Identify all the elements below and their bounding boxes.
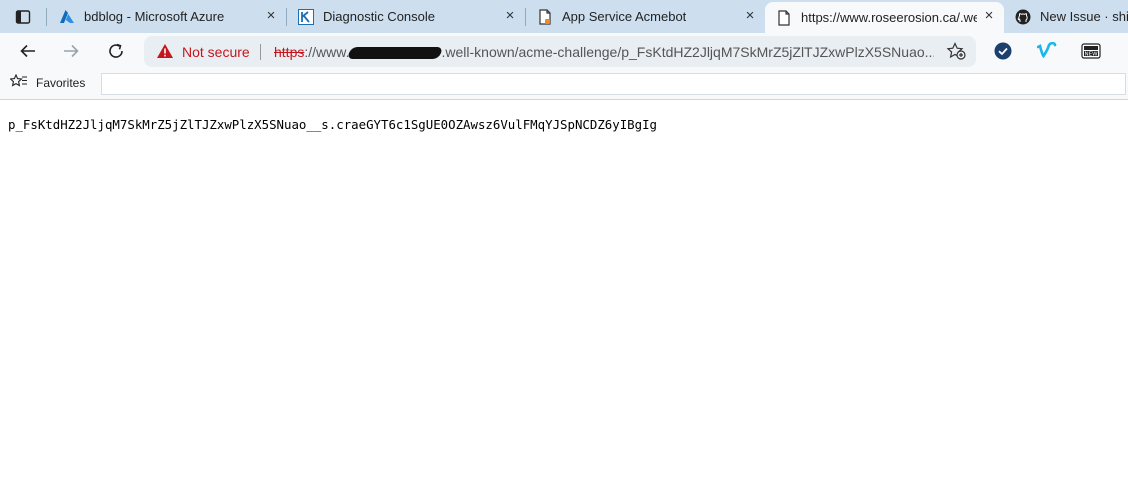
back-button[interactable] (13, 37, 43, 65)
github-icon (1014, 8, 1032, 26)
url-text[interactable]: https://www. .well-known/acme-challenge/p… (274, 44, 934, 60)
security-status[interactable]: Not secure (182, 44, 250, 60)
tab-actions-icon (15, 10, 31, 24)
forward-button[interactable] (56, 37, 86, 65)
document-icon (536, 8, 554, 26)
vimeo-extension-icon[interactable] (1036, 40, 1058, 62)
favorites-area (101, 73, 1126, 95)
tab-roseerosion-active[interactable]: https://www.roseerosion.ca/.well × (765, 2, 1004, 33)
close-icon[interactable]: × (264, 8, 278, 23)
tab-title: App Service Acmebot (562, 9, 687, 24)
browser-toolbar: Not secure https://www. .well-known/acme-… (0, 33, 1128, 69)
kudu-icon (297, 8, 315, 26)
forward-arrow-icon (64, 44, 79, 58)
checkmark-extension-icon[interactable] (992, 40, 1014, 62)
address-bar[interactable]: Not secure https://www. .well-known/acme-… (144, 36, 976, 67)
url-path: .well-known/acme-challenge/p_FsKtdHZ2Jlj… (441, 44, 934, 60)
document-icon (775, 9, 793, 27)
azure-icon (58, 8, 76, 26)
close-icon[interactable]: × (503, 8, 517, 23)
favorites-bar: Favorites (0, 69, 1128, 99)
back-arrow-icon (20, 44, 35, 58)
tab-title: Diagnostic Console (323, 9, 436, 24)
divider (0, 99, 1128, 100)
tab-bdblog[interactable]: bdblog - Microsoft Azure × (48, 2, 286, 31)
close-icon[interactable]: × (743, 8, 757, 23)
tab-app-service-acmebot[interactable]: App Service Acmebot × (526, 2, 765, 31)
refresh-icon (109, 43, 123, 58)
favorites-star-icon (9, 73, 28, 91)
redaction-mark (347, 47, 444, 60)
tab-strip: bdblog - Microsoft Azure × Diagnostic Co… (0, 0, 1128, 33)
favorites-label: Favorites (36, 75, 86, 90)
tab-separator (46, 8, 47, 26)
tab-title: bdblog - Microsoft Azure (84, 9, 225, 24)
tab-diagnostic-console[interactable]: Diagnostic Console × (287, 2, 525, 31)
status-dot (545, 18, 550, 24)
new-extension-icon[interactable]: NEW (1080, 40, 1102, 62)
tab-actions-button[interactable] (8, 6, 38, 28)
divider (260, 44, 261, 60)
warning-icon (156, 43, 174, 64)
close-icon[interactable]: × (982, 8, 996, 23)
tab-title: New Issue · shiba (1040, 9, 1128, 24)
refresh-button[interactable] (101, 37, 131, 65)
tab-title: https://www.roseerosion.ca/.well (801, 10, 977, 25)
url-scheme: https (274, 44, 305, 60)
favorites-button[interactable]: Favorites (9, 73, 86, 91)
page-text: p_FsKtdHZ2JljqM7SkMrZ5jZlTJZxwPlzX5SNuao… (8, 117, 658, 132)
tab-new-issue[interactable]: New Issue · shiba (1004, 2, 1128, 31)
svg-text:NEW: NEW (1084, 52, 1098, 58)
url-prefix: ://www. (304, 44, 350, 60)
add-favorite-icon[interactable] (946, 42, 966, 65)
